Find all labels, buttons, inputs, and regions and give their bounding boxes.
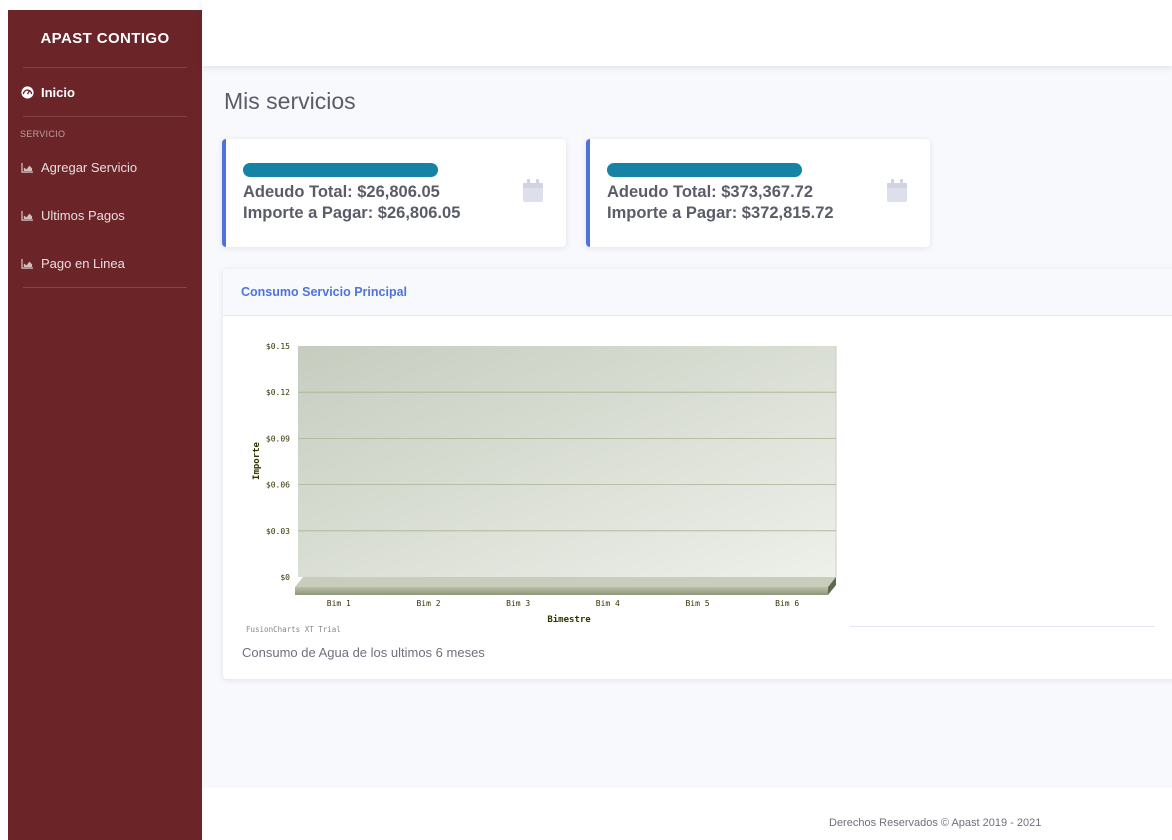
y-tick-label: $0.09 <box>266 434 290 443</box>
x-tick-label: Bim 6 <box>775 599 799 608</box>
page-title: Mis servicios <box>224 88 356 114</box>
importe-a-pagar: Importe a Pagar: $26,806.05 <box>243 204 461 222</box>
main-content: Mis servicios Adeudo Total: $26,806.05 I… <box>202 66 1172 788</box>
x-axis-label: Bimestre <box>547 614 591 625</box>
chart-area-icon <box>20 208 34 222</box>
tachometer-icon <box>20 85 34 99</box>
x-tick-label: Bim 1 <box>327 599 351 608</box>
chart-watermark: FusionCharts XT Trial <box>246 625 341 634</box>
sidebar-item-label: Pago en Linea <box>41 255 125 271</box>
chart-card-title: Consumo Servicio Principal <box>223 269 1172 316</box>
plot-area <box>298 346 836 577</box>
importe-a-pagar: Importe a Pagar: $372,815.72 <box>607 204 834 222</box>
consumption-chart: $0 $0.03 $0.06 $0.09 $0.12 $0.15 Bim 1 Bim 2 Bi… <box>246 342 837 634</box>
service-card[interactable]: Adeudo Total: $26,806.05 Importe a Pagar… <box>222 139 566 247</box>
calendar-icon <box>523 179 543 207</box>
y-tick-label: $0.12 <box>266 388 290 397</box>
service-card[interactable]: Adeudo Total: $373,367.72 Importe a Paga… <box>586 139 930 247</box>
y-tick-label: $0.03 <box>266 527 290 536</box>
x-tick-label: Bim 5 <box>685 599 709 608</box>
x-tick-label: Bim 4 <box>596 599 620 608</box>
sidebar-item-label: Inicio <box>41 84 75 100</box>
chart-divider <box>850 626 1155 627</box>
brand-title[interactable]: APAST CONTIGO <box>8 10 202 67</box>
sidebar-item-pago-en-linea[interactable]: Pago en Linea <box>8 239 202 287</box>
sidebar-item-agregar-servicio[interactable]: Agregar Servicio <box>8 143 202 191</box>
sidebar: APAST CONTIGO Inicio SERVICIO Agregar Se… <box>8 10 202 840</box>
copyright-text: Derechos Reservados © Apast 2019 - 2021 <box>829 817 1042 829</box>
sidebar-divider <box>23 287 187 288</box>
service-progress-bar <box>243 163 438 177</box>
footer: Derechos Reservados © Apast 2019 - 2021 <box>202 788 1172 840</box>
y-tick-label: $0 <box>280 573 290 582</box>
sidebar-item-label: Agregar Servicio <box>41 159 138 175</box>
sidebar-item-inicio[interactable]: Inicio <box>8 68 202 116</box>
y-tick-label: $0.06 <box>266 481 290 490</box>
chart-card: Consumo Servicio Principal $0 $0.03 $0.06 $… <box>223 269 1172 679</box>
y-axis-label: Importe <box>252 441 262 480</box>
chart-area-icon <box>20 256 34 270</box>
adeudo-total: Adeudo Total: $26,806.05 <box>243 183 440 201</box>
sidebar-item-ultimos-pagos[interactable]: Ultimos Pagos <box>8 191 202 239</box>
chart-area-icon <box>20 160 34 174</box>
x-tick-label: Bim 2 <box>416 599 440 608</box>
adeudo-total: Adeudo Total: $373,367.72 <box>607 183 814 201</box>
calendar-icon <box>887 179 907 207</box>
chart-floor-top <box>295 577 836 587</box>
x-tick-label: Bim 3 <box>506 599 530 608</box>
sidebar-section-heading: SERVICIO <box>20 129 66 139</box>
topbar <box>202 0 1172 66</box>
service-progress-bar <box>607 163 802 177</box>
chart-caption: Consumo de Agua de los ultimos 6 meses <box>242 645 485 660</box>
sidebar-item-label: Ultimos Pagos <box>41 207 125 223</box>
y-tick-label: $0.15 <box>266 342 290 351</box>
chart-floor-front <box>295 587 828 595</box>
